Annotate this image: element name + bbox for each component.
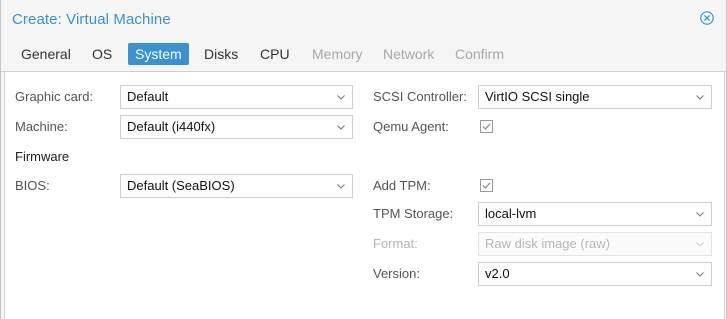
- scsi-controller-select[interactable]: VirtIO SCSI single: [478, 85, 712, 109]
- chevron-down-icon: [337, 184, 345, 189]
- tab-system[interactable]: System: [128, 43, 189, 65]
- dialog-titlebar: Create: Virtual Machine: [1, 0, 726, 38]
- format-label: Format:: [373, 236, 418, 251]
- version-label: Version:: [373, 266, 420, 281]
- qemu-agent-checkbox[interactable]: [480, 120, 493, 133]
- scsi-controller-label: SCSI Controller:: [373, 89, 467, 104]
- chevron-down-icon: [696, 95, 704, 100]
- chevron-down-icon: [696, 242, 704, 247]
- tab-cpu[interactable]: CPU: [253, 43, 297, 65]
- chevron-down-icon: [696, 272, 704, 277]
- qemu-agent-label: Qemu Agent:: [373, 119, 449, 134]
- tpm-storage-label: TPM Storage:: [373, 206, 454, 221]
- version-value: v2.0: [485, 266, 510, 281]
- format-value: Raw disk image (raw): [485, 236, 610, 251]
- scsi-controller-value: VirtIO SCSI single: [485, 89, 590, 104]
- chevron-down-icon: [337, 125, 345, 130]
- firmware-heading: Firmware: [15, 149, 70, 164]
- tab-general[interactable]: General: [14, 43, 78, 65]
- graphic-card-select[interactable]: Default: [120, 85, 353, 109]
- close-icon[interactable]: [700, 11, 714, 25]
- add-tpm-checkbox[interactable]: [480, 179, 493, 192]
- create-vm-dialog: Create: Virtual Machine General OS Syste…: [0, 0, 727, 319]
- machine-value: Default (i440fx): [127, 119, 216, 134]
- graphic-card-value: Default: [127, 89, 169, 104]
- bios-label: BIOS:: [15, 178, 50, 193]
- dialog-title: Create: Virtual Machine: [12, 11, 171, 28]
- machine-label: Machine:: [15, 119, 68, 134]
- tpm-storage-value: local-lvm: [485, 206, 537, 221]
- version-select[interactable]: v2.0: [478, 262, 712, 286]
- tab-confirm: Confirm: [455, 46, 505, 62]
- bios-select[interactable]: Default (SeaBIOS): [120, 174, 353, 198]
- graphic-card-label: Graphic card:: [15, 89, 94, 104]
- tab-disks[interactable]: Disks: [197, 43, 245, 65]
- chevron-down-icon: [696, 212, 704, 217]
- format-select: Raw disk image (raw): [478, 232, 712, 256]
- machine-select[interactable]: Default (i440fx): [120, 115, 353, 139]
- tpm-storage-select[interactable]: local-lvm: [478, 202, 712, 226]
- tab-memory: Memory: [312, 46, 363, 62]
- tab-os[interactable]: OS: [85, 43, 119, 65]
- wizard-tabs: General OS System Disks CPU Memory Netwo…: [1, 38, 726, 72]
- add-tpm-label: Add TPM:: [373, 178, 431, 193]
- chevron-down-icon: [337, 95, 345, 100]
- tab-network: Network: [383, 46, 435, 62]
- system-panel: Graphic card: Default Machine: Default (…: [4, 72, 725, 319]
- bios-value: Default (SeaBIOS): [127, 178, 235, 193]
